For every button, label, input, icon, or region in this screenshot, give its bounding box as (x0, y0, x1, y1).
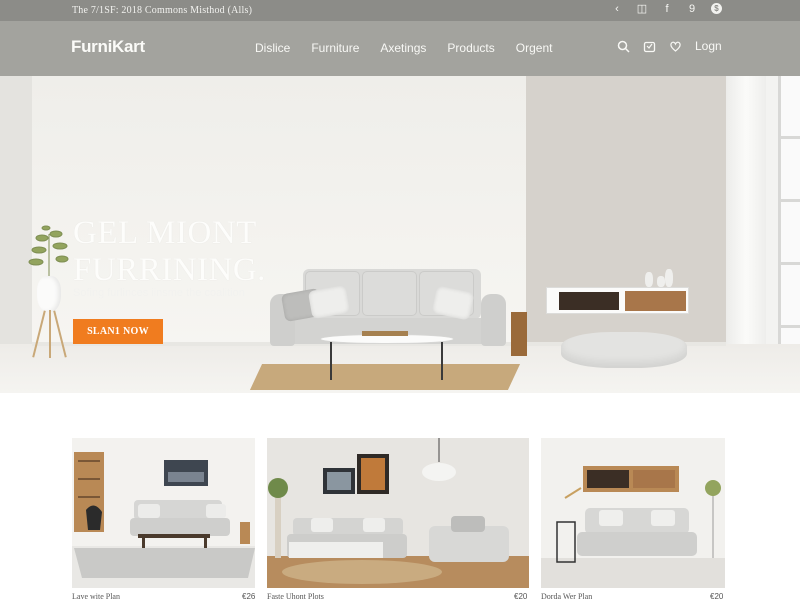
facebook-icon[interactable]: f (661, 3, 673, 15)
shelf-open-compartment (559, 292, 619, 310)
pinterest-icon[interactable]: 9 (686, 3, 698, 15)
product-card-image (267, 438, 529, 588)
shelf-vase (665, 269, 673, 287)
product-card-image (72, 438, 255, 588)
product-card-title[interactable]: Faste Uhont Plots (267, 592, 324, 600)
hero-curtain (726, 76, 766, 376)
heart-icon[interactable] (669, 40, 682, 53)
nav-item-dislice[interactable]: Dislice (255, 41, 290, 55)
coffee-table-leg (441, 342, 443, 380)
instagram-icon[interactable]: ◫ (636, 2, 648, 15)
sofa-cushion (362, 271, 417, 316)
floating-shelf (546, 287, 689, 314)
hero-title-line-1: GEL MIONT (73, 215, 257, 251)
hero-wall-left (0, 76, 32, 361)
coffee-table-tray (362, 331, 408, 336)
login-link[interactable]: Logn (695, 39, 722, 53)
shelf-vase (645, 272, 653, 287)
product-card-image (541, 438, 725, 588)
plant-stand-leg (49, 310, 51, 358)
product-card-price: €20 (710, 592, 724, 600)
product-card-title[interactable]: Lave wite Plan (72, 592, 120, 600)
dollar-icon[interactable]: $ (711, 3, 722, 14)
nav-item-products[interactable]: Products (447, 41, 494, 55)
product-card-title[interactable]: Dorda Wer Plan (541, 592, 592, 600)
hero-window-pane (778, 76, 800, 366)
search-icon[interactable] (617, 40, 630, 53)
nav-item-orgent[interactable]: Orgent (516, 41, 553, 55)
cart-icon[interactable] (643, 40, 656, 53)
nav-item-axetings[interactable]: Axetings (380, 41, 426, 55)
product-card[interactable] (72, 438, 255, 588)
nav-item-furniture[interactable]: Furniture (311, 41, 359, 55)
plant-pot (37, 276, 61, 312)
product-card[interactable] (267, 438, 529, 588)
product-card-price: €26 (242, 592, 256, 600)
top-promo-bar: The 7/1SF: 2018 Commons Misthod (Alls) ‹… (0, 0, 800, 21)
plant-leaves-icon (28, 225, 69, 282)
main-nav: FurniKart Dislice Furniture Axetings Pro… (0, 21, 800, 76)
social-links: ‹ ◫ f 9 $ (611, 2, 722, 15)
nav-actions: Logn (617, 39, 722, 53)
ottoman (561, 332, 687, 368)
product-card[interactable] (541, 438, 725, 588)
hero-subtitle: Sofing furlinces iinsme the coalition (73, 287, 245, 299)
promo-text: The 7/1SF: 2018 Commons Misthod (Alls) (72, 5, 253, 16)
nav-menu: Dislice Furniture Axetings Products Orge… (255, 41, 552, 55)
shelf-vase (657, 276, 665, 287)
product-card-price: €20 (514, 592, 528, 600)
site-logo[interactable]: FurniKart (71, 37, 145, 57)
chevron-left-icon[interactable]: ‹ (611, 3, 623, 15)
coffee-table-leg (330, 342, 332, 380)
hero-title: GEL MIONT FURRINING. (73, 215, 266, 289)
jute-rug (249, 364, 521, 390)
shelf-drawer (625, 291, 686, 311)
side-table (511, 312, 527, 356)
shop-now-button[interactable]: SLAN1 NOW (73, 319, 163, 344)
hero-title-line-2: FURRINING. (73, 252, 266, 288)
sofa-arm (481, 294, 506, 346)
hero-banner: GEL MIONT FURRINING. Sofing furlinces ii… (0, 76, 800, 393)
